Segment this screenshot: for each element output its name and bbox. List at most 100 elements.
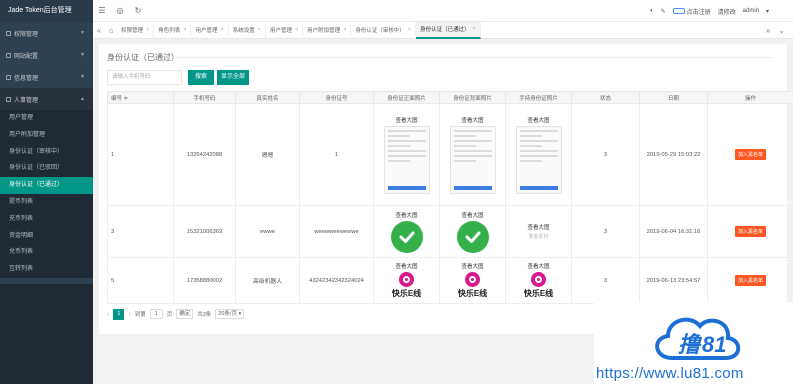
goto-confirm-button[interactable]: 确定 xyxy=(176,309,194,319)
chevron-down-icon[interactable]: ▾ xyxy=(766,8,769,15)
sidebar-item-user-extra[interactable]: 用户附加管理 xyxy=(0,127,93,144)
user-badge: 点击注册 xyxy=(686,9,711,16)
sidebar-item-exchanges[interactable]: 兑币列表 xyxy=(0,244,93,261)
sidebar-item-users[interactable]: 用户管理 xyxy=(0,110,93,127)
view-large-link[interactable]: 查看大图 xyxy=(395,211,417,219)
view-large-link[interactable]: 查看大图 xyxy=(527,262,549,270)
prev-page-icon[interactable]: ‹ xyxy=(107,311,109,318)
sidebar-group-permissions[interactable]: 权限管理 ▼ xyxy=(0,22,93,44)
menu-icon xyxy=(6,52,11,58)
refresh-icon[interactable]: ↻ xyxy=(129,6,147,15)
chevron-down-icon[interactable]: ⌄ xyxy=(778,26,785,35)
svg-text:撸: 撸 xyxy=(678,332,703,357)
sidebar-group-hr[interactable]: 人事管理 ▲ xyxy=(0,88,93,110)
view-large-link[interactable]: 查看大图 xyxy=(395,262,417,270)
sidebar-group-info[interactable]: 信息管理 ▼ xyxy=(0,66,93,88)
top-header: ☰ ◎ ↻ ◐ ✎ 点击注册 请修改 admin ▾ xyxy=(93,0,793,22)
check-icon[interactable] xyxy=(390,220,423,253)
close-icon[interactable]: × xyxy=(343,27,346,33)
tab-kyc-pending[interactable]: 身份认证（审核中） × xyxy=(351,21,417,39)
view-large-link[interactable]: 查看大图 xyxy=(527,116,549,124)
id-photo-thumbnail[interactable] xyxy=(449,125,496,194)
cell-phone: 17358880002 xyxy=(173,257,236,304)
page-size-value: 20条/页 xyxy=(218,311,237,317)
close-icon[interactable]: × xyxy=(408,27,411,33)
blacklist-button[interactable]: 加入黑名单 xyxy=(734,275,766,286)
next-page-icon[interactable]: › xyxy=(128,311,130,318)
close-icon[interactable]: × xyxy=(473,26,476,32)
tab-users-2[interactable]: 用户管理 × xyxy=(266,21,304,39)
tab-permissions[interactable]: 权限管理 × xyxy=(117,21,155,39)
tabs-bar: « ⌂ 权限管理 × 角色列表 × 用户管理 × 系统设置 × 用户管理 × 用户附加管理… xyxy=(93,21,793,39)
view-large-link[interactable]: 查看大图 xyxy=(461,116,483,124)
home-icon[interactable]: ⌂ xyxy=(105,26,117,35)
tabs-prev-icon[interactable]: « xyxy=(93,26,105,35)
sidebar-item-kyc-approved[interactable]: 身份认证（已通过） xyxy=(0,177,93,194)
notice-icon[interactable]: ✎ xyxy=(661,8,666,15)
page-size-select[interactable]: 20条/页 ▾ xyxy=(215,309,245,319)
sidebar-group-site-config[interactable]: 网站配置 ▼ xyxy=(0,44,93,66)
menu-toggle-icon[interactable]: ☰ xyxy=(93,6,111,15)
close-icon[interactable]: × xyxy=(146,27,149,33)
page-unit: 页 xyxy=(166,312,173,318)
sidebar-item-deposits[interactable]: 充币列表 xyxy=(0,211,93,228)
app-title: Jade Token后台管理 xyxy=(0,0,93,22)
blacklist-button[interactable]: 加入黑名单 xyxy=(734,226,766,237)
kuaile-logo-thumbnail[interactable]: 快乐E线 xyxy=(392,272,421,299)
user-chip[interactable]: 点击注册 xyxy=(672,7,711,16)
close-icon[interactable]: × xyxy=(258,27,261,33)
pagination: ‹ 1 › 到第 1 页 确定 共3条 20条/页 ▾ xyxy=(107,308,245,320)
search-input[interactable]: 请输入手机号码 xyxy=(107,70,182,85)
cell-front-photo: 查看大图 快乐E线 xyxy=(373,257,440,304)
close-icon[interactable]: × xyxy=(183,27,186,33)
blacklist-button[interactable]: 加入黑名单 xyxy=(734,149,766,160)
sidebar-item-withdrawals[interactable]: 提币列表 xyxy=(0,194,93,211)
cell-hold-photo: 查看大图 xyxy=(505,103,572,206)
id-photo-thumbnail[interactable] xyxy=(383,125,430,194)
kyc-table: 编号 ≑ 手机号码 真实姓名 身份证号 身份证正面照片 身份证背面照片 手持身份… xyxy=(107,91,793,304)
watermark-url: https://www.lu81.com xyxy=(596,365,744,382)
col-id[interactable]: 编号 ≑ xyxy=(107,91,174,104)
view-large-link[interactable]: 查看大图 xyxy=(395,116,417,124)
close-icon[interactable]: × xyxy=(295,27,298,33)
sidebar-item-transfers[interactable]: 互转列表 xyxy=(0,261,93,278)
col-front-photo: 身份证正面照片 xyxy=(373,91,440,104)
tab-label: 身份认证（审核中） xyxy=(355,28,405,34)
view-large-link[interactable]: 查看大图 xyxy=(527,223,549,231)
chevron-down-icon: ▼ xyxy=(80,52,85,58)
id-photo-thumbnail[interactable] xyxy=(515,125,562,194)
sidebar-item-fund-details[interactable]: 资金明细 xyxy=(0,228,93,245)
view-large-link[interactable]: 查看大图 xyxy=(461,211,483,219)
current-page[interactable]: 1 xyxy=(113,308,125,320)
logo-icon xyxy=(399,272,414,287)
close-icon[interactable]: × xyxy=(220,27,223,33)
cell-front-photo: 查看大图 xyxy=(373,103,440,206)
tab-settings[interactable]: 系统设置 × xyxy=(229,21,266,39)
user-tip[interactable]: 请修改 xyxy=(718,7,736,16)
kuaile-logo-thumbnail[interactable]: 快乐E线 xyxy=(458,272,487,299)
show-all-button[interactable]: 显示全部 xyxy=(217,70,249,85)
target-icon[interactable]: ◎ xyxy=(111,6,129,15)
view-large-link[interactable]: 查看大图 xyxy=(461,262,483,270)
tab-label: 用户管理 xyxy=(269,28,292,34)
kuaile-logo-thumbnail[interactable]: 快乐E线 xyxy=(524,272,553,299)
theme-icon[interactable]: ◐ xyxy=(650,8,654,14)
menu-icon xyxy=(6,74,11,80)
username[interactable]: admin xyxy=(743,8,759,14)
search-button[interactable]: 搜索 xyxy=(188,70,214,85)
watermark-thumbnail[interactable]: 鲁客素材 xyxy=(528,233,548,240)
cell-hold-photo: 查看大图 快乐E线 xyxy=(505,257,572,304)
goto-page-input[interactable]: 1 xyxy=(149,309,163,319)
sidebar-item-kyc-pending[interactable]: 身份认证（审核中） xyxy=(0,144,93,161)
cell-id: 5 xyxy=(107,257,174,304)
check-icon[interactable] xyxy=(456,220,489,253)
tabs-next-icon[interactable]: » xyxy=(766,26,770,35)
tab-roles[interactable]: 角色列表 × xyxy=(154,21,192,39)
tab-user-extra[interactable]: 用户附加管理 × xyxy=(303,21,352,39)
cell-phone: 15321006369 xyxy=(173,205,236,258)
sidebar-item-kyc-rejected[interactable]: 身份认证（已驳回） xyxy=(0,160,93,177)
tab-kyc-approved[interactable]: 身份认证（已通过） × xyxy=(416,21,481,39)
tab-users[interactable]: 用户管理 × xyxy=(191,21,229,39)
cell-date: 2019-05-29 15:03:22 xyxy=(639,103,708,206)
cell-idcard: weewweewewwe xyxy=(299,205,374,258)
